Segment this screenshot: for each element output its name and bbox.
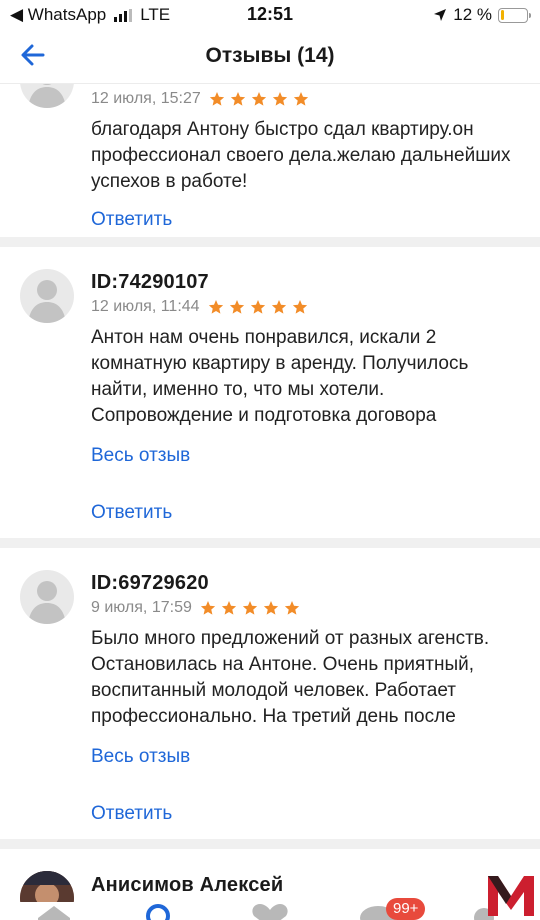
reply-button[interactable]: Ответить — [91, 803, 172, 825]
star-icon — [209, 92, 224, 106]
reply-button[interactable]: Ответить — [91, 502, 172, 524]
rating-stars — [208, 299, 308, 315]
status-bar: ◀ WhatsApp LTE 12:51 12 % — [0, 0, 540, 30]
review-text: благодаря Антону быстро сдал квартиру.он… — [91, 119, 511, 192]
star-icon — [293, 92, 308, 106]
avatar — [20, 570, 74, 624]
star-icon — [208, 300, 223, 314]
battery-icon — [498, 7, 531, 23]
nav-bar: Отзывы (14) — [0, 30, 540, 84]
review-text: Антон нам очень понравился, искали 2 ком… — [91, 327, 469, 426]
reviews-list[interactable]: 12 июля, 15:27 благодаря Антону быстро с… — [0, 84, 540, 920]
page-title: Отзывы (14) — [205, 44, 335, 67]
read-more-link[interactable]: Весь отзыв — [91, 746, 190, 768]
reviewer-name: ID:74290107 — [91, 271, 209, 293]
notification-badge: 99+ — [386, 898, 426, 920]
user-silhouette-icon — [28, 84, 66, 108]
battery-percent: 12 % — [453, 5, 492, 24]
reply-button[interactable]: Ответить — [91, 209, 172, 231]
star-icon — [229, 300, 244, 314]
heart-icon[interactable] — [250, 904, 290, 920]
star-icon — [250, 300, 265, 314]
bottom-tab-bar — [0, 902, 540, 920]
review-meta: 9 июля, 17:59 — [91, 599, 300, 617]
review-date: 12 июля, 11:44 — [91, 298, 200, 315]
review-date: 9 июля, 17:59 — [91, 599, 192, 616]
status-right: 12 % — [433, 5, 531, 25]
avatar — [20, 84, 74, 108]
divider — [0, 839, 540, 849]
m-logo-icon — [488, 876, 534, 916]
review-meta: 12 июля, 11:44 — [91, 298, 308, 316]
review-meta: 12 июля, 15:27 — [91, 90, 309, 108]
location-arrow-icon — [434, 9, 447, 21]
divider — [0, 538, 540, 548]
star-icon — [272, 92, 287, 106]
star-icon — [292, 300, 307, 314]
divider — [0, 237, 540, 247]
star-icon — [271, 300, 286, 314]
star-icon — [221, 601, 236, 615]
user-silhouette-icon — [28, 581, 66, 624]
review-text: Было много предложений от разных агенств… — [91, 628, 490, 727]
star-icon — [242, 601, 257, 615]
review-date: 12 июля, 15:27 — [91, 90, 201, 107]
review-card: ID:74290107 12 июля, 11:44 Антон нам оче… — [0, 247, 540, 537]
battery-level — [500, 10, 504, 20]
star-icon — [284, 601, 299, 615]
home-icon[interactable] — [34, 904, 74, 920]
reviewer-name: ID:69729620 — [91, 572, 209, 594]
rating-stars — [200, 600, 300, 616]
user-silhouette-icon — [28, 280, 66, 323]
star-icon — [263, 601, 278, 615]
read-more-link[interactable]: Весь отзыв — [91, 445, 190, 467]
search-icon[interactable] — [140, 902, 176, 920]
star-icon — [200, 601, 215, 615]
review-card: ID:69729620 9 июля, 17:59 Было много пре… — [0, 548, 540, 838]
avatar — [20, 269, 74, 323]
reviewer-name: Анисимов Алексей — [91, 874, 284, 896]
review-card: 12 июля, 15:27 благодаря Антону быстро с… — [0, 84, 540, 236]
star-icon — [251, 92, 266, 106]
star-icon — [230, 92, 245, 106]
rating-stars — [209, 91, 309, 107]
